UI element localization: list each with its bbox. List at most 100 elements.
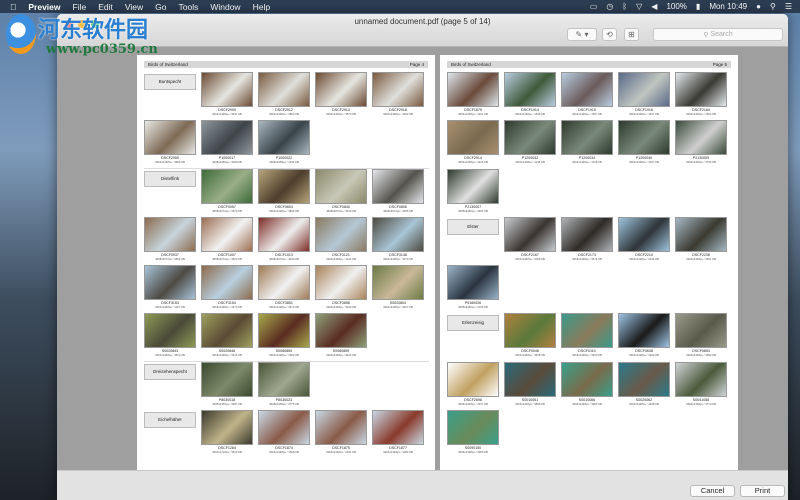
thumbnail-image[interactable] (201, 361, 253, 397)
thumbnail-image[interactable] (201, 313, 253, 349)
thumbnail-image[interactable] (447, 72, 499, 107)
thumbnail-item[interactable]: DSCF1916 3264x2448px / 1547 KB (618, 72, 675, 120)
time-machine-icon[interactable]: ◷ (606, 2, 613, 11)
thumbnail-item[interactable]: DSCF0937 4608x3072px / 4662 KB (144, 216, 201, 265)
thumbnail-image[interactable] (504, 216, 556, 252)
thumbnail-image[interactable] (675, 313, 727, 349)
thumbnail-item[interactable]: DSCF3154 3264x2448px / 1470 KB (201, 265, 258, 313)
thumbnail-image[interactable] (618, 313, 670, 349)
thumbnail-image[interactable] (258, 361, 310, 397)
thumbnail-image[interactable] (447, 265, 499, 301)
thumbnail-item[interactable]: S0020804 3264x2448px / 3427 KB (372, 265, 429, 313)
thumbnail-image[interactable] (144, 216, 196, 252)
menu-help[interactable]: Help (253, 2, 270, 12)
thumbnail-item[interactable]: DSCF0638 3264x2448px / 3102 KB (618, 313, 675, 361)
thumbnail-item[interactable]: DSCF3856 3264x2448px / 3040 KB (315, 265, 372, 313)
thumbnail-image[interactable] (504, 361, 556, 397)
thumbnail-image[interactable] (315, 313, 367, 349)
thumbnail-image[interactable] (258, 265, 310, 301)
thumbnail-item[interactable]: P1200040 3264x2448px / 1037 KB (618, 120, 675, 168)
thumbnail-item[interactable]: DSCF2236 3264x2448px / 4351 KB (675, 216, 732, 265)
thumbnail-item[interactable]: P2130005 3264x2448px / 3766 KB (675, 120, 732, 168)
thumbnail-image[interactable] (447, 168, 499, 204)
thumbnail-item[interactable]: DSCF2913 3264x2448px / 3573 KB (315, 72, 372, 120)
user-icon[interactable]: ● (756, 2, 761, 11)
thumbnail-image[interactable] (372, 410, 424, 446)
menu-preview[interactable]: Preview (28, 2, 60, 12)
thumbnail-item[interactable]: DSCF3121 3264x2448px / 1241 KB (315, 216, 372, 265)
thumbnail-item[interactable]: DSCF0110 3264x2448px / 3450 KB (561, 313, 618, 361)
thumbnail-item[interactable]: DSCF2698 3264x2448px / 2317 KB (447, 361, 504, 410)
thumbnail-image[interactable] (618, 361, 670, 397)
menu-edit[interactable]: Edit (98, 2, 113, 12)
thumbnail-image[interactable] (561, 216, 613, 252)
thumbnail-image[interactable] (144, 265, 196, 301)
thumbnail-item[interactable]: DSCF3851 3264x2448px / 3373 KB (258, 265, 315, 313)
thumbnail-image[interactable] (447, 361, 499, 397)
thumbnail-image[interactable] (561, 361, 613, 397)
thumbnail-item[interactable]: S0010066 3264x2448px / 3953 KB (561, 361, 618, 410)
menu-file[interactable]: File (73, 2, 87, 12)
thumbnail-image[interactable] (258, 410, 310, 446)
thumbnail-image[interactable] (315, 410, 367, 446)
thumbnail-item[interactable]: DSCF2918 3264x2448px / 3492 KB (372, 72, 429, 120)
thumbnail-item[interactable]: S0020843 3264x2448px / 3513 KB (144, 313, 201, 361)
thumbnail-image[interactable] (258, 120, 310, 156)
thumbnail-image[interactable] (201, 72, 253, 107)
cancel-button[interactable]: Cancel (690, 485, 735, 497)
thumbnail-image[interactable] (504, 313, 556, 349)
thumbnail-image[interactable] (675, 216, 727, 252)
thumbnail-image[interactable] (258, 168, 310, 204)
thumbnail-image[interactable] (201, 120, 253, 156)
thumbnail-item[interactable]: DSCF1915 3264x2448px / 1567 KB (561, 72, 618, 120)
thumbnail-image[interactable] (561, 72, 613, 107)
thumbnail-image[interactable] (201, 168, 253, 204)
thumbnail-item[interactable]: DSCF3148 3264x2448px / 1470 KB (372, 216, 429, 265)
thumbnail-item[interactable]: DSCF1914 3264x2448px / 1536 KB (504, 72, 561, 120)
thumbnail-item[interactable]: DSCF3153 3264x2448px / 1327 KB (144, 265, 201, 313)
thumbnail-item[interactable]: DSCF0803 3264x2448px / 3804 KB (258, 168, 315, 217)
thumbnail-image[interactable] (618, 72, 670, 107)
airplay-icon[interactable]: ▭ (590, 2, 598, 11)
thumbnail-item[interactable]: DSCF0853 3264x2448px / 3952 KB (675, 313, 732, 361)
thumbnail-item[interactable]: DSCF2955 3264x2448px / 3593 KB (144, 120, 201, 168)
menu-go[interactable]: Go (155, 2, 166, 12)
thumbnail-item[interactable]: DSCF2167 3264x2448px / 2036 KB (504, 216, 561, 265)
menu-tools[interactable]: Tools (179, 2, 199, 12)
thumbnail-image[interactable] (258, 72, 310, 107)
thumbnail-image[interactable] (144, 313, 196, 349)
thumbnail-image[interactable] (315, 265, 367, 301)
thumbnail-item[interactable]: S0020062 3264x2448px / 4345 KB (618, 361, 675, 410)
volume-icon[interactable]: ◀ (651, 2, 657, 11)
thumbnail-item[interactable]: DSCF1007 4608x3072px / 4520 KB (201, 216, 258, 265)
thumbnail-image[interactable] (447, 410, 499, 446)
notification-center-icon[interactable]: ☰ (785, 2, 792, 11)
clock[interactable]: Mon 10:49 (709, 2, 747, 11)
thumbnail-image[interactable] (315, 168, 367, 204)
thumbnail-image[interactable] (675, 72, 727, 107)
thumbnail-item[interactable]: DSCF1879 3264x2448px / 1461 KB (447, 72, 504, 120)
thumbnail-image[interactable] (675, 120, 727, 156)
thumbnail-image[interactable] (372, 72, 424, 107)
menu-view[interactable]: View (125, 2, 143, 12)
thumbnail-image[interactable] (447, 120, 499, 156)
thumbnail-image[interactable] (315, 72, 367, 107)
thumbnail-image[interactable] (561, 313, 613, 349)
thumbnail-item[interactable]: DSCF1284 3264x1718px / 3513 KB (201, 410, 258, 458)
thumbnail-item[interactable]: P5160026 4608x3456px / 2766 KB (447, 265, 504, 313)
rotate-button[interactable]: ⟲ (602, 28, 617, 41)
thumbnail-item[interactable]: DSCF0057 4608x3072px / 3570 KB (201, 168, 258, 217)
thumbnail-item[interactable]: S0090150 3264x2448px / 3480 KB (447, 410, 504, 458)
thumbnail-image[interactable] (618, 216, 670, 252)
thumbnail-item[interactable]: P8030023 4608x3456px / 3775 KB (258, 361, 315, 410)
thumbnail-item[interactable]: DSCF1874 3264x2448px / 1668 KB (258, 410, 315, 458)
thumbnail-item[interactable]: S0080850 3264x2448px / 3382 KB (258, 313, 315, 361)
thumbnail-item[interactable]: DSCF2914 3264x2448px / 4126 KB (447, 120, 504, 168)
thumbnail-image[interactable] (201, 410, 253, 446)
thumbnail-image[interactable] (144, 120, 196, 156)
thumbnail-item[interactable]: DSCF2210 3264x2448px / 2236 KB (618, 216, 675, 265)
thumbnail-item[interactable]: DSCF0840 4608x3072px / 4019 KB (315, 168, 372, 217)
thumbnail-item[interactable]: DSCF2912 3264x2448px / 3564 KB (258, 72, 315, 120)
thumbnail-item[interactable]: S0041058 3264x2448px / 3713 KB (675, 361, 732, 410)
thumbnail-image[interactable] (258, 313, 310, 349)
